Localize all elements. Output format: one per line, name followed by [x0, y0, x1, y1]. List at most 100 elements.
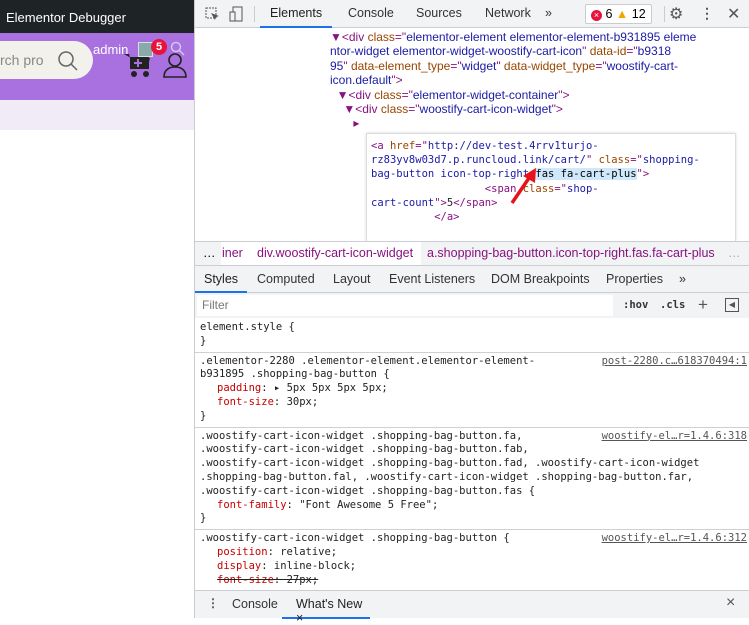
close-devtools-icon[interactable]: ✕ — [727, 4, 740, 24]
code-token: shop- — [567, 182, 599, 195]
css-selector: .woostify-cart-icon-widget .shopping-bag… — [200, 532, 510, 545]
more-options-icon[interactable]: ⋮ — [700, 5, 714, 22]
tab-styles[interactable]: Styles — [195, 266, 248, 293]
warning-count: 12 — [631, 7, 646, 21]
tab-layout[interactable]: Layout — [333, 266, 371, 293]
more-subtabs-button[interactable]: » — [679, 266, 686, 293]
cart-plus-icon[interactable] — [122, 51, 154, 79]
css-property[interactable]: font-size: 27px; — [217, 574, 318, 588]
css-selector: b931895 .shopping-bag-button { — [200, 368, 390, 381]
user-icon[interactable] — [162, 51, 188, 79]
filter-input[interactable]: Filter — [197, 295, 613, 316]
code-token: data-id — [589, 44, 627, 59]
cls-toggle[interactable]: .cls — [660, 299, 685, 311]
drawer-tab-whats-new[interactable]: What's New × — [282, 591, 370, 625]
css-property[interactable]: font-family: "Font Awesome 5 Free"; — [217, 499, 438, 513]
css-selector: element.style { — [200, 321, 295, 333]
new-style-rule-button[interactable]: + — [698, 295, 708, 315]
error-icon: × — [591, 10, 602, 21]
styles-subtabs: Styles Computed Layout Event Listeners D… — [195, 266, 749, 293]
rule-close: } — [200, 334, 207, 347]
drawer-tabbar: ⋮ Console What's New × × — [195, 590, 749, 625]
dom-node-line[interactable]: </a> — [371, 210, 460, 224]
code-token: =" — [450, 58, 462, 73]
tab-sources[interactable]: Sources — [416, 0, 462, 28]
code-token: </span> — [453, 196, 498, 209]
tab-event-listeners[interactable]: Event Listeners — [389, 266, 475, 293]
code-token: widget — [461, 58, 497, 73]
code-token: class — [367, 30, 395, 44]
breadcrumb-overflow[interactable]: … — [203, 242, 216, 265]
search-icon[interactable] — [57, 50, 79, 72]
dom-node-line[interactable]: 95" data-element_type="widget" data-widg… — [330, 59, 678, 73]
page-preview: Elementor Debugger admin 5 rch pro — [0, 0, 194, 618]
more-tabs-button[interactable]: » — [545, 0, 552, 28]
css-property[interactable]: padding: ▸ 5px 5px 5px 5px; — [217, 382, 388, 396]
tab-dom-breakpoints[interactable]: DOM Breakpoints — [491, 266, 590, 293]
dom-node-line[interactable]: <a href="http://dev-test.4rrv1turjo- — [371, 139, 599, 153]
code-token: </a> — [371, 211, 460, 223]
inspect-element-icon[interactable] — [205, 7, 220, 22]
css-property[interactable]: display: inline-block; — [217, 560, 356, 574]
dom-node-line[interactable]: ntor-widget elementor-widget-woostify-ca… — [330, 44, 671, 58]
property-value: 27px; — [286, 573, 319, 586]
device-toolbar-icon[interactable] — [229, 6, 243, 22]
hov-toggle[interactable]: :hov — [623, 299, 648, 311]
close-tab-icon[interactable]: × — [296, 611, 303, 625]
divider — [664, 6, 665, 22]
tab-computed[interactable]: Computed — [257, 266, 315, 293]
tab-elements[interactable]: Elements — [260, 0, 333, 28]
red-arrow-annotation — [510, 168, 536, 204]
code-token: =" — [408, 102, 420, 116]
css-property[interactable]: position: relative; — [217, 546, 337, 560]
rule-close: } — [200, 409, 207, 422]
dom-node-line[interactable]: cart-count">5</span> — [371, 196, 497, 210]
issues-counter[interactable]: × 6 ▲ 12 — [585, 4, 652, 24]
code-token: =" — [626, 44, 638, 59]
breadcrumb-item[interactable]: iner — [221, 242, 251, 265]
tab-properties[interactable]: Properties — [606, 266, 663, 293]
drawer-tab-console[interactable]: Console — [232, 597, 278, 611]
search-input[interactable]: rch pro — [0, 41, 93, 79]
code-token: "> — [636, 168, 650, 181]
css-property[interactable]: font-size: 30px; — [217, 396, 318, 410]
code-token: rz83yv8w03d7.p.runcloud.link/cart/ — [371, 154, 586, 167]
breadcrumb-item[interactable]: div.woostify-cart-icon-widget — [251, 242, 422, 265]
styles-filter-bar: Filter :hov .cls + ◀ — [195, 293, 749, 318]
colon: : — [286, 498, 300, 511]
code-token: fas fa-cart-plus — [535, 168, 637, 181]
dom-node-line[interactable]: ▸ — [330, 116, 359, 130]
code-token: cart-count — [371, 196, 435, 209]
settings-gear-icon[interactable]: ⚙ — [669, 4, 683, 24]
dom-node-line[interactable]: ▼<div class="woostify-cart-icon-widget"> — [330, 102, 563, 116]
code-token: " — [343, 58, 351, 73]
property-value: "Font Awesome 5 Free"; — [299, 498, 439, 511]
property-name: font-size — [217, 396, 274, 408]
dom-node-line[interactable]: ▼<div class="elementor-element elementor… — [330, 30, 696, 44]
code-token: href — [389, 140, 416, 152]
element-edit-popup[interactable]: <a href="http://dev-test.4rrv1turjo-rz83… — [366, 133, 736, 241]
toggle-sidebar-icon[interactable]: ◀ — [725, 298, 739, 312]
source-link[interactable]: woostify-el…r=1.4.6:312 — [602, 532, 747, 544]
breadcrumb-item-selected[interactable]: a.shopping-bag-button.icon-top-right.fas… — [421, 242, 721, 265]
dom-node-line[interactable]: icon.default"> — [330, 73, 403, 87]
source-link[interactable]: post-2280.c…618370494:1 — [602, 355, 747, 367]
close-drawer-icon[interactable]: × — [726, 594, 735, 612]
source-link[interactable]: woostify-el…r=1.4.6:318 — [602, 430, 747, 442]
rule-close: } — [200, 512, 207, 525]
dom-node-line[interactable]: ▼<div class="elementor-widget-container"… — [330, 88, 570, 102]
code-token: =" — [394, 30, 407, 44]
code-token: ▼<div — [330, 87, 375, 102]
breadcrumb-overflow[interactable]: … — [728, 242, 741, 265]
colon: : — [267, 546, 281, 558]
drawer-tab-label: What's New — [296, 597, 363, 611]
drawer-menu-icon[interactable]: ⋮ — [207, 596, 219, 610]
search-placeholder: rch pro — [0, 52, 44, 68]
css-selector: .woostify-cart-icon-widget .shopping-bag… — [200, 443, 529, 456]
tab-network[interactable]: Network — [485, 0, 531, 28]
code-token: data-element_type — [350, 58, 451, 73]
tab-console[interactable]: Console — [348, 0, 394, 28]
property-name: font-family — [217, 498, 287, 511]
dom-node-line[interactable]: <span class="shop- — [371, 182, 599, 196]
window-title: Elementor Debugger — [0, 0, 194, 33]
